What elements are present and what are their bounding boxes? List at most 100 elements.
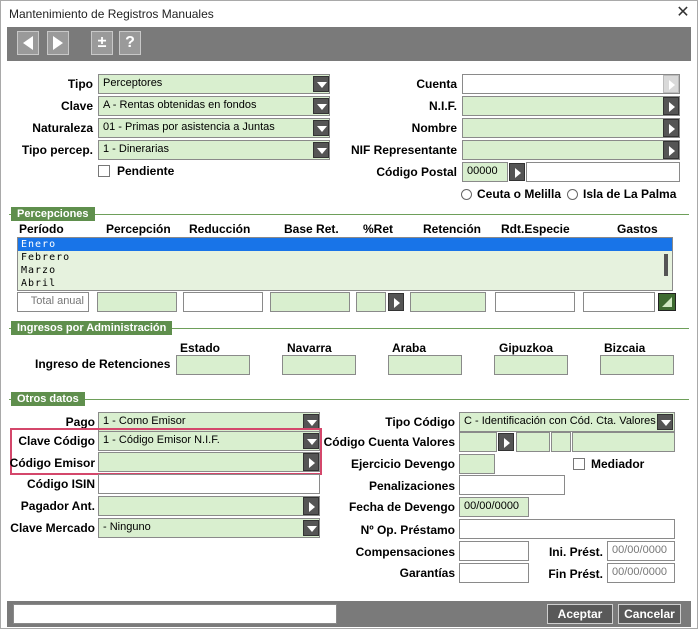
codigo-emisor-input[interactable] [98,452,320,472]
list-item[interactable]: Febrero [18,251,672,264]
penalizaciones-input[interactable] [459,475,565,495]
naturaleza-select[interactable]: 01 - Primas por asistencia a Juntas [98,118,330,138]
list-item[interactable]: Enero [18,238,672,251]
num-op-prestamo-label: Nº Op. Préstamo [360,523,455,537]
percepciones-section-tab: Percepciones [11,207,95,221]
bizcaia-input[interactable] [600,355,674,375]
total-reduccion-field[interactable] [183,292,263,312]
pendiente-checkbox[interactable] [98,165,110,177]
cancel-button[interactable]: Cancelar [618,604,681,624]
garantias-input[interactable] [459,563,529,583]
arrow-right-icon [53,36,63,50]
close-icon[interactable]: ✕ [673,3,693,23]
codigo-isin-input[interactable] [98,474,320,494]
ccv-part1-input[interactable] [459,432,497,452]
gipuzkoa-input[interactable] [494,355,568,375]
clave-mercado-label: Clave Mercado [10,521,95,535]
nif-representante-input[interactable] [462,140,680,160]
tipo-codigo-select[interactable]: C - Identificación con Cód. Cta. Valores [459,412,675,432]
pendiente-label: Pendiente [117,164,175,178]
pagador-ant-input[interactable] [98,496,320,516]
list-item[interactable]: Abril [18,277,672,290]
chevron-down-icon[interactable] [313,142,329,158]
total-percepcion-field[interactable] [97,292,177,312]
tipo-percep-select[interactable]: 1 - Dinerarias [98,140,330,160]
nif-input[interactable] [462,96,680,116]
cuenta-arrow-icon[interactable] [663,75,679,93]
codigo-postal-extra-input[interactable] [526,162,680,182]
next-record-button[interactable] [47,31,69,55]
codigo-postal-label: Código Postal [376,165,457,179]
list-scrollbar[interactable] [664,254,668,276]
nif-label: N.I.F. [428,99,457,113]
pago-label: Pago [65,415,95,429]
mediador-checkbox[interactable] [573,458,585,470]
isla-palma-radio[interactable] [567,189,578,200]
total-base-ret-field[interactable] [270,292,350,312]
total-ret-pct-field[interactable] [356,292,386,312]
fecha-devengo-input[interactable]: 00/00/0000 [459,497,529,517]
compensaciones-input[interactable] [459,541,529,561]
previous-record-button[interactable] [17,31,39,55]
fecha-devengo-label: Fecha de Devengo [348,500,455,514]
nombre-input[interactable] [462,118,680,138]
plus-minus-button[interactable]: ± [91,31,113,55]
ingreso-retenciones-label: Ingreso de Retenciones [35,357,171,371]
chevron-down-icon[interactable] [313,98,329,114]
cuenta-input[interactable] [462,74,680,94]
ejercicio-devengo-label: Ejercicio Devengo [350,457,455,471]
chevron-down-icon[interactable] [313,120,329,136]
percepciones-divider [9,214,689,215]
tipo-select[interactable]: Perceptores [98,74,330,94]
list-item[interactable]: Marzo [18,264,672,277]
nombre-arrow-icon[interactable] [663,119,679,137]
ccv-arrow-icon[interactable] [498,433,514,451]
help-button[interactable]: ? [119,31,141,55]
otros-divider [9,399,689,400]
ccv-part4-input[interactable] [572,432,675,452]
naturaleza-label: Naturaleza [32,121,93,135]
chevron-down-icon[interactable] [657,414,673,430]
chevron-down-icon[interactable] [313,76,329,92]
col-araba: Araba [392,341,427,355]
num-op-prestamo-input[interactable] [459,519,675,539]
ingresos-section-tab: Ingresos por Administración [11,321,173,335]
periods-list[interactable]: Enero Febrero Marzo Abril [17,237,673,291]
total-anual-field: Total anual [17,292,89,312]
ceuta-melilla-label: Ceuta o Melilla [477,187,562,201]
ini-prest-input[interactable]: 00/00/0000 [607,541,675,561]
nif-arrow-icon[interactable] [663,97,679,115]
total-rdt-especie-field[interactable] [495,292,575,312]
codigo-isin-label: Código ISIN [27,477,95,491]
ccv-part2-input[interactable] [516,432,550,452]
accept-button[interactable]: Aceptar [547,604,613,624]
clave-mercado-select[interactable]: - Ninguno [98,518,320,538]
clave-select[interactable]: A - Rentas obtenidas en fondos [98,96,330,116]
araba-input[interactable] [388,355,462,375]
ceuta-melilla-radio[interactable] [461,189,472,200]
compensaciones-label: Compensaciones [355,545,455,559]
col-retencion: Retención [423,222,482,236]
col-navarra: Navarra [287,341,332,355]
nombre-label: Nombre [411,121,457,135]
pagador-ant-label: Pagador Ant. [20,499,95,513]
total-retencion-field[interactable] [410,292,486,312]
edit-gastos-icon[interactable] [658,293,676,311]
col-periodo: Período [19,222,64,236]
ejercicio-devengo-input[interactable] [459,454,495,474]
chevron-down-icon[interactable] [303,520,319,536]
codigo-postal-arrow-icon[interactable] [509,163,525,181]
total-gastos-field[interactable] [583,292,655,312]
navarra-input[interactable] [282,355,356,375]
estado-input[interactable] [176,355,250,375]
ret-pct-arrow-icon[interactable] [388,293,404,311]
otros-section-tab: Otros datos [11,392,85,406]
pagador-ant-arrow-icon[interactable] [303,497,319,515]
clave-codigo-label: Clave Código [18,434,95,448]
clave-codigo-select[interactable]: 1 - Código Emisor N.I.F. [98,431,320,451]
nif-representante-arrow-icon[interactable] [663,141,679,159]
codigo-emisor-arrow-icon[interactable] [303,453,319,471]
ccv-part3-input[interactable] [551,432,571,452]
codigo-postal-input[interactable]: 00000 [462,162,508,182]
fin-prest-input[interactable]: 00/00/0000 [607,563,675,583]
